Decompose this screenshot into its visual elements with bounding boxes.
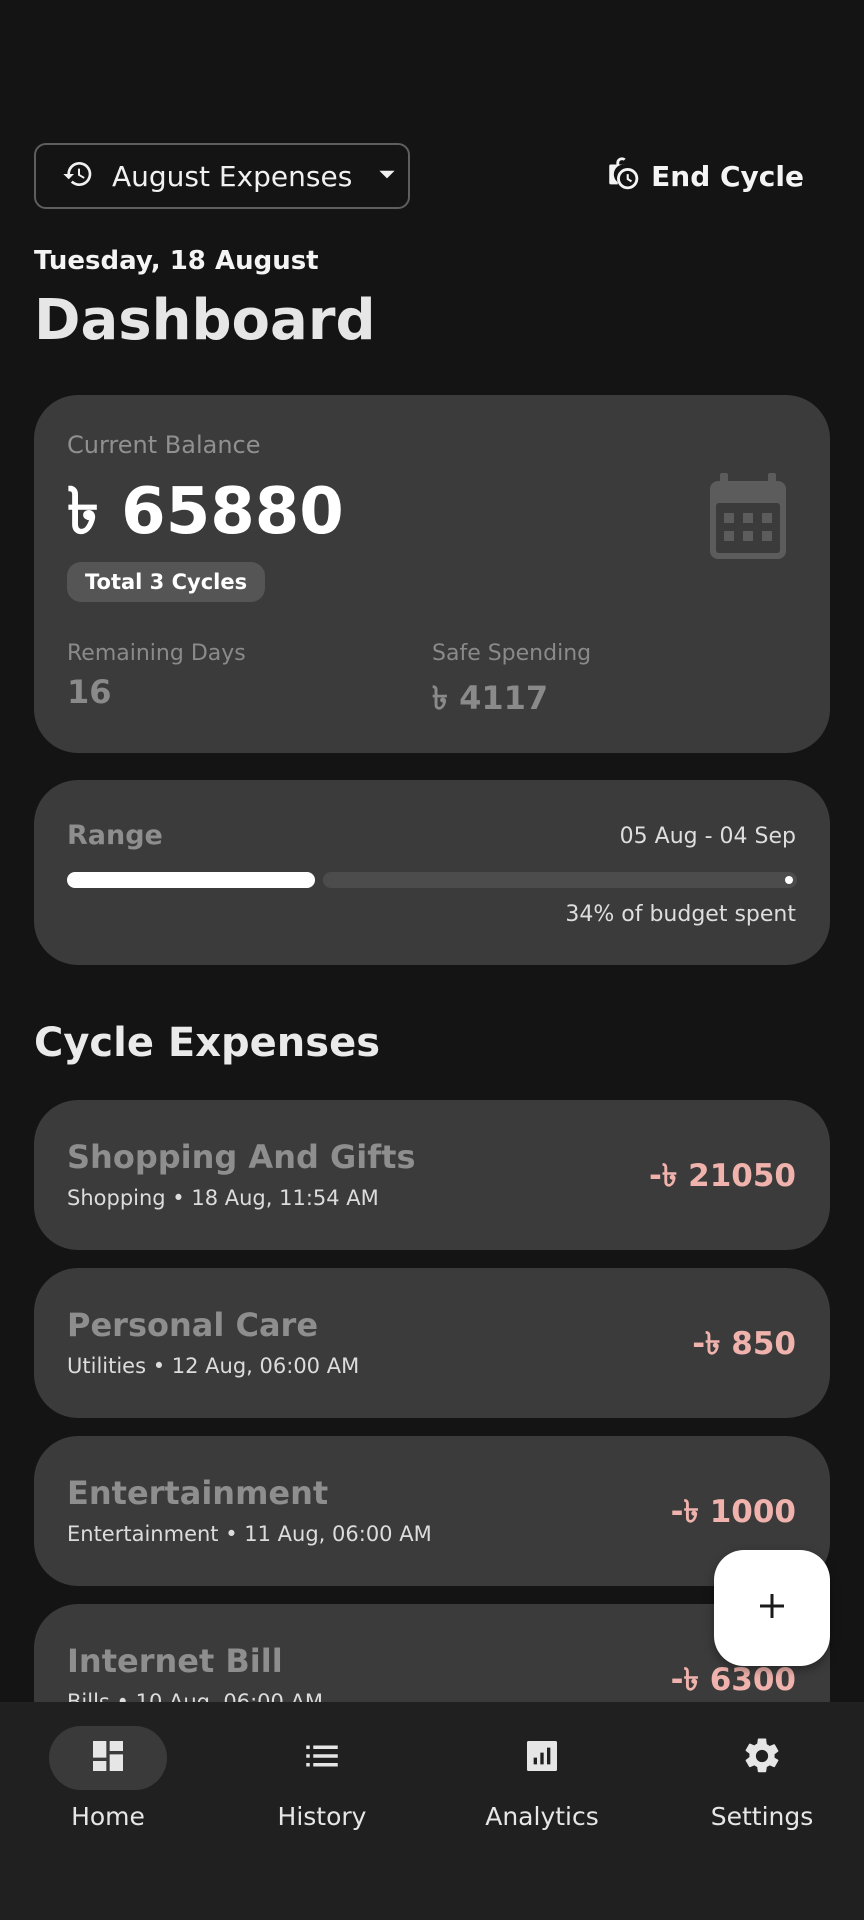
cycle-expenses-title: Cycle Expenses [34,1020,381,1066]
cycles-badge: Total 3 Cycles [67,562,266,602]
cycle-selector-label: August Expenses [112,159,353,193]
nav-active-indicator [49,1726,167,1790]
nav-item-analytics[interactable]: Analytics [434,1726,650,1846]
range-card: Range 05 Aug - 04 Sep 34% of budget spen… [34,780,830,965]
expense-meta: Entertainment • 11 Aug, 06:00 AM [67,1522,432,1546]
expense-amount: -৳ 850 [692,1326,796,1362]
list-icon [301,1735,343,1781]
expense-item[interactable]: Personal Care Utilities • 12 Aug, 06:00 … [34,1268,830,1418]
budget-progress-remaining [323,872,797,888]
nav-label-analytics: Analytics [485,1802,599,1831]
timer-bag-icon [605,156,639,197]
remaining-days-value: 16 [67,673,112,711]
expense-name: Personal Care [67,1306,319,1344]
dashboard-screen: August Expenses End Cycle Tuesday, 18 Au… [0,0,864,1920]
safe-spending-value: ৳ 4117 [432,679,549,717]
range-title: Range [67,820,163,851]
history-icon [62,158,94,194]
expense-name: Internet Bill [67,1642,283,1680]
remaining-days-label: Remaining Days [67,641,246,666]
expense-amount: -৳ 1000 [670,1494,796,1530]
nav-label-settings: Settings [710,1802,814,1831]
expense-item[interactable]: Shopping And Gifts Shopping • 18 Aug, 11… [34,1100,830,1250]
dashboard-icon [88,1736,128,1780]
budget-progress-fill [67,872,315,888]
expense-item[interactable]: Entertainment Entertainment • 11 Aug, 06… [34,1436,830,1586]
calendar-icon [708,473,788,563]
expense-name: Entertainment [67,1474,329,1512]
balance-card: Current Balance ৳ 65880 Total 3 Cycles R… [34,395,830,753]
plus-icon [754,1588,790,1628]
expense-meta: Utilities • 12 Aug, 06:00 AM [67,1354,360,1378]
gear-icon [741,1735,783,1781]
nav-label-home: Home [71,1802,145,1831]
page-title: Dashboard [34,288,376,353]
range-dates: 05 Aug - 04 Sep [619,824,796,849]
end-cycle-button[interactable]: End Cycle [605,150,804,202]
nav-icon-container [263,1726,381,1790]
dropdown-arrow-icon [374,161,400,191]
expense-amount: -৳ 21050 [649,1158,796,1194]
budget-progress-bar [67,872,797,888]
nav-item-settings[interactable]: Settings [654,1726,864,1846]
analytics-icon [522,1736,562,1780]
nav-item-history[interactable]: History [214,1726,430,1846]
nav-icon-container [483,1726,601,1790]
expense-meta: Shopping • 18 Aug, 11:54 AM [67,1186,379,1210]
end-cycle-label: End Cycle [651,159,804,193]
nav-icon-container [703,1726,821,1790]
balance-caption: Current Balance [67,431,261,459]
nav-item-home[interactable]: Home [0,1726,216,1846]
nav-label-history: History [277,1802,367,1831]
expense-name: Shopping And Gifts [67,1138,416,1176]
balance-amount: ৳ 65880 [67,475,344,549]
safe-spending-label: Safe Spending [432,641,592,666]
add-expense-button[interactable] [714,1550,830,1666]
bottom-navigation: Home History Analytics Settings [0,1702,864,1920]
current-date: Tuesday, 18 August [34,246,319,276]
budget-spent-label: 34% of budget spent [565,902,796,927]
progress-end-dot [785,876,793,884]
cycle-selector-dropdown[interactable]: August Expenses [34,143,410,209]
